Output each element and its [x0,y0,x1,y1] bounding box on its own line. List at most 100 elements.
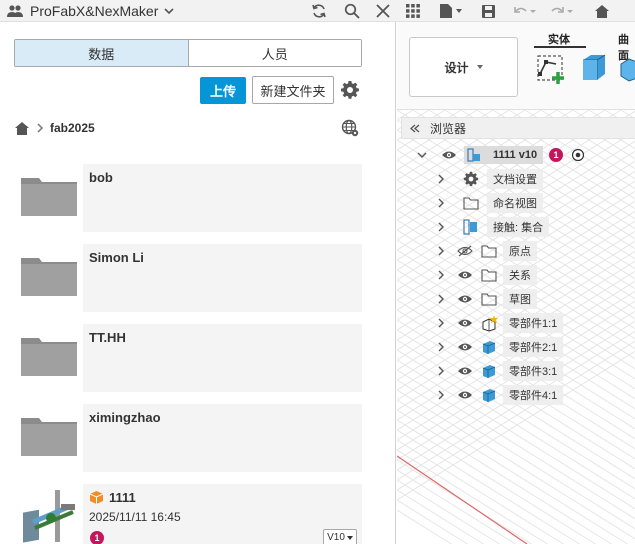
chevron-right-icon[interactable] [437,294,447,304]
visibility-eye-icon[interactable] [457,342,475,352]
close-icon[interactable] [373,2,393,20]
tree-item-label: 文档设置 [487,169,543,189]
globe-settings-icon[interactable] [341,119,359,137]
undo-icon[interactable] [510,2,540,20]
tab-people[interactable]: 人员 [188,40,361,66]
item-name: 1111 [109,490,136,505]
browser-tree-row[interactable]: 零部件2:1 [437,336,564,358]
home-icon[interactable] [592,2,612,20]
caret-down-icon [346,535,353,540]
browser-tree-row[interactable]: 草图 [437,288,537,310]
browser-root-row[interactable]: 1111 v10 1 [417,144,585,166]
gear-icon[interactable] [340,80,360,100]
visibility-hidden-icon[interactable] [457,245,475,257]
chevron-right-icon[interactable] [437,318,447,328]
tree-item-label: 零部件3:1 [503,361,564,381]
redo-icon[interactable] [547,2,577,20]
refresh-icon[interactable] [309,2,329,20]
apps-grid-icon[interactable] [403,2,423,20]
team-switcher[interactable]: ProFabX&NexMaker [6,2,174,20]
folder-icon [21,178,77,216]
save-icon[interactable] [478,2,498,20]
folder-card-bob[interactable]: bob [15,164,362,232]
tree-item-label: 零部件4:1 [503,385,564,405]
visibility-eye-icon[interactable] [457,294,475,304]
item-date: 2025/11/11 16:45 [89,510,181,524]
folder-icon [463,196,481,210]
chevron-right-icon[interactable] [437,390,447,400]
browser-tree-row[interactable]: 零部件1:1 [437,312,564,334]
browser-title: 浏览器 [430,121,467,136]
search-icon[interactable] [342,2,362,20]
chevron-right-icon[interactable] [437,222,447,232]
chevron-right-icon[interactable] [437,342,447,352]
collapse-panel-icon[interactable] [410,124,420,133]
folder-thumbnail [15,324,83,392]
new-folder-button[interactable]: 新建文件夹 [252,76,334,104]
folder-thumbnail [15,164,83,232]
visibility-eye-icon[interactable] [457,318,475,328]
create-sketch-icon[interactable] [534,52,568,86]
notification-badge: 1 [90,531,104,544]
team-icon [7,5,23,17]
folder-icon [481,244,499,258]
folder-card-ximingzhao[interactable]: ximingzhao [15,404,362,472]
folder-icon [481,292,499,306]
tab-solid[interactable]: 实体 [548,31,570,47]
team-name: ProFabX&NexMaker [30,3,159,19]
folder-card-simon-li[interactable]: Simon Li [15,244,362,312]
chevron-right-icon[interactable] [437,270,447,280]
tree-item-label: 接触: 集合 [487,217,550,237]
browser-header: 浏览器 [401,117,635,139]
tree-item-label: 关系 [503,265,537,285]
contact-sets-icon [463,219,481,235]
chevron-right-icon [37,123,44,133]
folder-thumbnail [15,404,83,472]
browser-tree-row[interactable]: 原点 [437,240,537,262]
breadcrumb-project[interactable]: fab2025 [50,121,95,135]
browser-tree-row[interactable]: 命名视图 [437,192,543,214]
surface-tool-icon[interactable] [619,56,635,82]
upload-button[interactable]: 上传 [200,77,246,104]
design-workspace: 设计 实体 曲面 浏览器 1111 v10 1 文档设置 命名视图 接触: 集合… [397,22,635,544]
extrude-icon[interactable] [577,52,609,84]
browser-tree-row[interactable]: 关系 [437,264,537,286]
panel-tabs: 数据 人员 [14,39,362,67]
data-panel: 数据 人员 上传 新建文件夹 fab2025 bob Simon Li TT.H… [0,22,396,544]
title-bar: ProFabX&NexMaker [0,0,635,22]
chevron-right-icon[interactable] [437,174,447,184]
design-thumbnail [15,484,83,544]
activate-radio-icon[interactable] [571,148,585,162]
browser-tree-row[interactable]: 零部件4:1 [437,384,564,406]
tree-item-label: 命名视图 [487,193,543,213]
tab-data[interactable]: 数据 [15,40,189,66]
workspace-dropdown[interactable]: 设计 [409,37,518,97]
file-menu-icon[interactable] [436,2,466,20]
ribbon-toolbar: 设计 实体 曲面 [397,22,635,110]
workspace-label: 设计 [444,60,469,75]
browser-tree-row[interactable]: 接触: 集合 [437,216,550,238]
tree-item-label: 原点 [503,241,537,261]
home-icon[interactable] [14,121,30,136]
chevron-right-icon[interactable] [437,198,447,208]
chevron-right-icon[interactable] [437,246,447,256]
visibility-eye-icon[interactable] [457,270,475,280]
root-component[interactable]: 1111 v10 [464,146,544,164]
version-dropdown[interactable]: V10 [323,529,357,544]
component-active-icon [481,314,499,332]
caret-down-icon [476,65,483,69]
tree-item-label: 零部件2:1 [503,337,564,357]
chevron-right-icon[interactable] [437,366,447,376]
browser-tree-row[interactable]: 文档设置 [437,168,543,190]
notification-badge: 1 [549,148,564,162]
folder-icon [21,258,77,296]
browser-tree-row[interactable]: 零部件3:1 [437,360,564,382]
gear-icon [463,171,481,187]
visibility-eye-icon[interactable] [457,366,475,376]
visibility-eye-icon[interactable] [457,390,475,400]
visibility-eye-icon[interactable] [441,150,457,160]
chevron-down-icon[interactable] [417,151,427,159]
component-icon [481,363,499,379]
design-card-1111[interactable]: 1111 2025/11/11 16:45 1 V10 [15,484,362,544]
folder-card-tt-hh[interactable]: TT.HH [15,324,362,392]
